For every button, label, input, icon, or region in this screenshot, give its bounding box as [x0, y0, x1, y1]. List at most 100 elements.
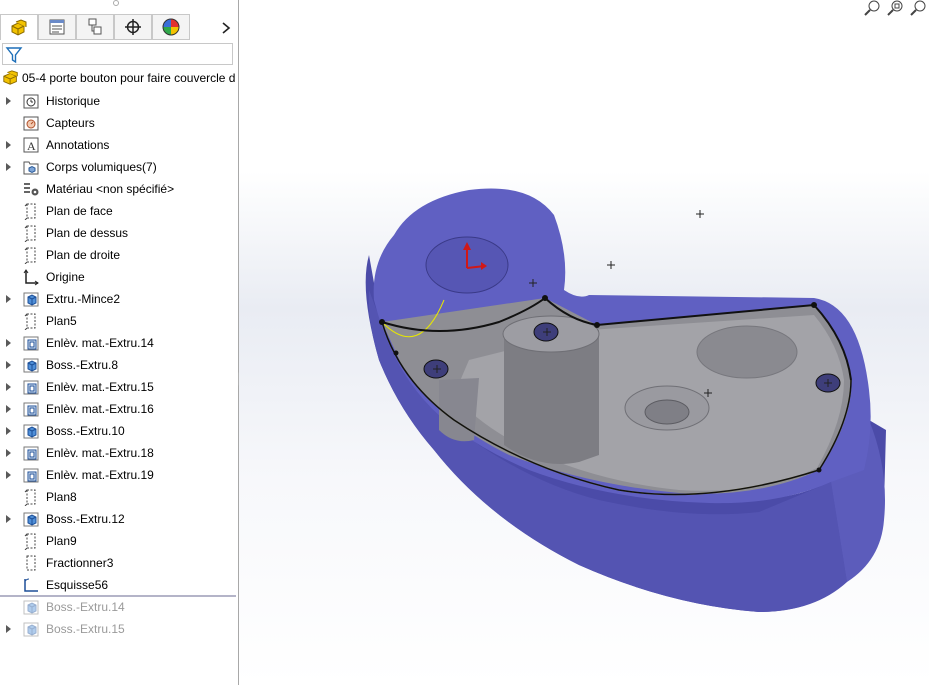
tree-item-esquisse56[interactable]: Esquisse56	[0, 574, 238, 596]
tree-item-label: Boss.-Extru.10	[46, 424, 125, 438]
part-root-item[interactable]: 05-4 porte bouton pour faire couvercle d	[0, 68, 238, 88]
tree-item-label: Enlèv. mat.-Extru.14	[46, 336, 154, 350]
boss-extrude-icon	[23, 424, 39, 439]
featuremanager-panel: 05-4 porte bouton pour faire couvercle d…	[0, 0, 239, 685]
expand-arrow-icon[interactable]	[5, 294, 13, 304]
tree-item-plan-de-face[interactable]: Plan de face	[0, 200, 238, 222]
display-manager-tab[interactable]	[152, 14, 190, 40]
boss-extrude-icon	[23, 600, 39, 615]
sensor-icon	[23, 116, 39, 131]
propertymanager-tab[interactable]	[38, 14, 76, 40]
tree-item-label: Corps volumiques(7)	[46, 160, 157, 174]
tree-item-label: Matériau <non spécifié>	[46, 182, 175, 196]
tree-item-label: Enlèv. mat.-Extru.16	[46, 402, 154, 416]
tree-item-label: Extru.-Mince2	[46, 292, 121, 306]
tree-item-boss-extru-15[interactable]: Boss.-Extru.15	[0, 618, 238, 640]
panel-grip[interactable]	[113, 0, 119, 6]
tree-item-fractionner3[interactable]: Fractionner3	[0, 552, 238, 574]
tree-item-boss-extru-10[interactable]: Boss.-Extru.10	[0, 420, 238, 442]
expand-arrow-icon[interactable]	[5, 514, 13, 524]
expand-arrow-icon[interactable]	[5, 360, 13, 370]
boss-extrude-icon	[23, 358, 39, 373]
tree-item-label: Plan8	[46, 490, 77, 504]
tree-item-boss-extru-14[interactable]: Boss.-Extru.14	[0, 596, 238, 618]
expand-arrow-icon[interactable]	[5, 96, 13, 106]
cut-extrude-icon	[23, 402, 39, 417]
svg-text:A: A	[27, 139, 36, 153]
plane-icon	[24, 533, 36, 550]
tree-filter-input[interactable]	[2, 43, 233, 65]
tree-item-enlev-mat-extru-14[interactable]: Enlèv. mat.-Extru.14	[0, 332, 238, 354]
solid-bodies-icon	[23, 161, 39, 175]
tree-item-label: Esquisse56	[46, 578, 109, 592]
tree-item-origine[interactable]: Origine	[0, 266, 238, 288]
boss-extrude-icon	[23, 512, 39, 527]
tree-item-plan8[interactable]: Plan8	[0, 486, 238, 508]
filter-funnel-icon	[5, 47, 23, 64]
property-list-icon	[49, 19, 65, 35]
featuremanager-tab[interactable]	[0, 14, 38, 40]
tree-item-label: Boss.-Extru.14	[46, 600, 125, 614]
tree-item-enlev-mat-extru-16[interactable]: Enlèv. mat.-Extru.16	[0, 398, 238, 420]
tree-item-enlev-mat-extru-19[interactable]: Enlèv. mat.-Extru.19	[0, 464, 238, 486]
feature-tree-icon	[11, 18, 27, 36]
tree-item-label: Plan de dessus	[46, 226, 129, 240]
expand-arrow-icon[interactable]	[5, 382, 13, 392]
graphics-viewport[interactable]	[239, 0, 929, 685]
expand-arrow-icon[interactable]	[5, 140, 13, 150]
boss-extrude-icon	[23, 292, 39, 307]
expand-arrow-icon[interactable]	[5, 624, 13, 634]
tree-item-corps-volumiques-7[interactable]: Corps volumiques(7)	[0, 156, 238, 178]
expand-arrow-icon[interactable]	[5, 426, 13, 436]
part-model-3d[interactable]	[239, 0, 929, 685]
tree-item-plan9[interactable]: Plan9	[0, 530, 238, 552]
tree-item-plan-de-dessus[interactable]: Plan de dessus	[0, 222, 238, 244]
tree-item-plan5[interactable]: Plan5	[0, 310, 238, 332]
cut-extrude-icon	[23, 380, 39, 395]
tree-item-extru-mince2[interactable]: Extru.-Mince2	[0, 288, 238, 310]
tree-item-materiau-non-specifie[interactable]: Matériau <non spécifié>	[0, 178, 238, 200]
part-icon	[3, 70, 18, 85]
tree-item-label: Plan de droite	[46, 248, 121, 262]
tree-item-label: Fractionner3	[46, 556, 114, 570]
plane-icon	[24, 247, 36, 264]
boss-extrude-icon	[23, 622, 39, 637]
material-icon	[24, 183, 39, 196]
expand-arrow-icon[interactable]	[5, 404, 13, 414]
tree-item-enlev-mat-extru-15[interactable]: Enlèv. mat.-Extru.15	[0, 376, 238, 398]
appearance-pie-icon	[162, 18, 180, 36]
origin-icon	[23, 269, 39, 286]
cut-extrude-icon	[23, 446, 39, 461]
tree-item-boss-extru-8[interactable]: Boss.-Extru.8	[0, 354, 238, 376]
tree-item-label: Annotations	[46, 138, 110, 152]
expand-arrow-icon[interactable]	[5, 470, 13, 480]
rollback-bar[interactable]	[0, 595, 236, 597]
tree-item-label: Plan5	[46, 314, 77, 328]
expand-arrow-icon[interactable]	[5, 338, 13, 348]
tree-item-label: Boss.-Extru.8	[46, 358, 119, 372]
tree-item-capteurs[interactable]: Capteurs	[0, 112, 238, 134]
tree-item-label: Boss.-Extru.15	[46, 622, 125, 636]
plane-icon	[24, 489, 36, 506]
configurationmanager-tab[interactable]	[76, 14, 114, 40]
tree-item-boss-extru-12[interactable]: Boss.-Extru.12	[0, 508, 238, 530]
tree-item-annotations[interactable]: A Annotations	[0, 134, 238, 156]
tree-item-label: Plan9	[46, 534, 77, 548]
featuremanager-tabs	[0, 14, 238, 42]
tree-item-plan-de-droite[interactable]: Plan de droite	[0, 244, 238, 266]
tree-item-label: Boss.-Extru.12	[46, 512, 125, 526]
plane-icon	[24, 225, 36, 242]
part-name: 05-4 porte bouton pour faire couvercle d	[22, 71, 236, 85]
crosshair-icon	[125, 19, 141, 35]
annotations-icon: A	[23, 137, 39, 153]
expand-arrow-icon[interactable]	[5, 448, 13, 458]
expand-arrow-icon[interactable]	[5, 162, 13, 172]
chevron-right-icon[interactable]	[216, 18, 236, 38]
cut-extrude-icon	[23, 336, 39, 351]
tree-item-label: Origine	[46, 270, 85, 284]
tree-item-historique[interactable]: Historique	[0, 90, 238, 112]
dimxpert-tab[interactable]	[114, 14, 152, 40]
tree-item-enlev-mat-extru-18[interactable]: Enlèv. mat.-Extru.18	[0, 442, 238, 464]
tree-item-label: Enlèv. mat.-Extru.19	[46, 468, 154, 482]
tree-item-label: Enlèv. mat.-Extru.18	[46, 446, 154, 460]
